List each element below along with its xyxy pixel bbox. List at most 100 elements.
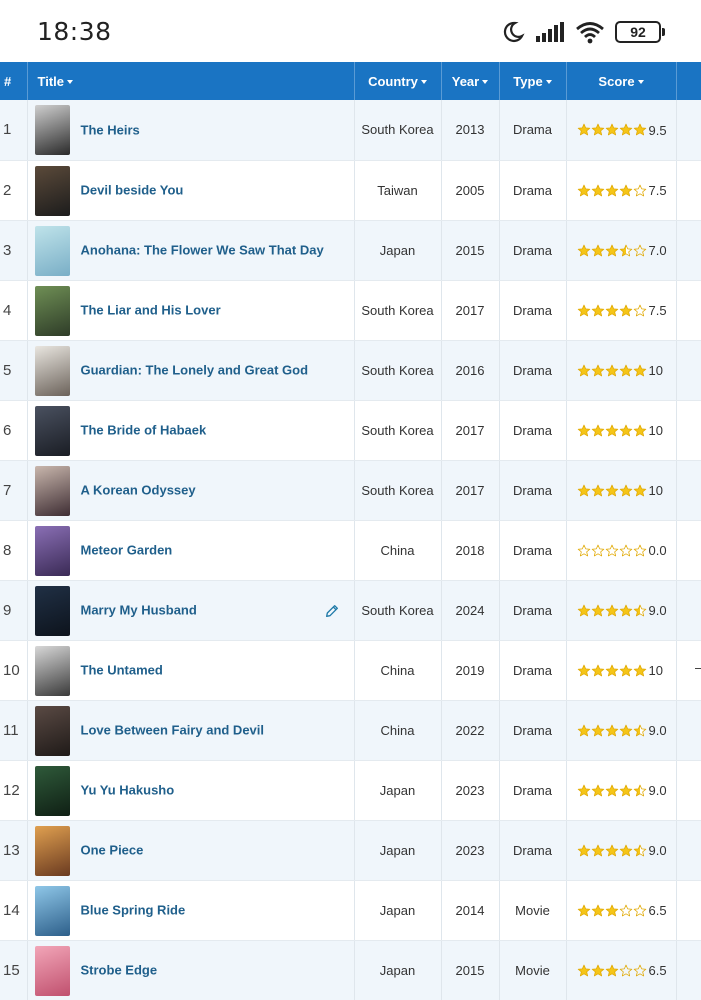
title-link[interactable]: Anohana: The Flower We Saw That Day <box>81 243 324 258</box>
star-full-icon <box>633 664 646 676</box>
star-empty-icon <box>619 964 632 976</box>
row-number: 9 <box>0 580 28 641</box>
poster-thumbnail[interactable] <box>34 165 70 216</box>
score-cell: 9.5 <box>566 100 677 161</box>
poster-thumbnail[interactable] <box>34 885 70 936</box>
title-link[interactable]: Devil beside You <box>81 183 184 198</box>
poster-thumbnail[interactable] <box>34 945 70 996</box>
title-link[interactable]: The Liar and His Lover <box>81 303 221 318</box>
poster-thumbnail[interactable] <box>34 105 70 155</box>
title-link[interactable]: Love Between Fairy and Devil <box>81 723 265 738</box>
star-full-icon <box>619 724 632 736</box>
table-row[interactable]: 5 Guardian: The Lonely and Great God South… <box>0 340 701 401</box>
star-full-icon <box>619 424 632 436</box>
column-type[interactable]: Type <box>499 62 567 100</box>
poster-thumbnail[interactable] <box>34 585 70 636</box>
star-full-icon <box>577 724 590 736</box>
title-link[interactable]: Guardian: The Lonely and Great God <box>81 363 309 378</box>
star-full-icon <box>591 484 604 496</box>
title-link[interactable]: The Untamed <box>81 663 163 678</box>
column-title[interactable]: Title <box>27 62 355 100</box>
poster-thumbnail[interactable] <box>34 285 70 336</box>
table-row[interactable]: 2 Devil beside You Taiwan 2005 Drama 7.5 <box>0 160 701 221</box>
score-value: 10 <box>648 483 663 499</box>
column-extra <box>676 62 701 100</box>
table-row[interactable]: 7 A Korean Odyssey South Korea 2017 Drama 10 <box>0 460 701 521</box>
type-cell: Drama <box>499 640 567 701</box>
star-full-icon <box>633 424 646 436</box>
star-empty-icon <box>633 304 646 316</box>
title-cell: The Liar and His Lover <box>27 280 355 341</box>
title-cell: Yu Yu Hakusho <box>27 760 355 821</box>
title-link[interactable]: The Heirs <box>81 122 140 137</box>
star-full-icon <box>605 904 618 916</box>
poster-thumbnail[interactable] <box>34 705 70 756</box>
country-cell: Japan <box>354 760 442 821</box>
column-country[interactable]: Country <box>354 62 442 100</box>
score-value: 6.5 <box>648 963 667 979</box>
country-cell: Taiwan <box>354 160 442 221</box>
title-link[interactable]: A Korean Odyssey <box>81 483 196 498</box>
table-row[interactable]: 15 Strobe Edge Japan 2015 Movie 6.5 <box>0 940 701 1000</box>
sort-caret-icon <box>420 80 427 85</box>
star-rating <box>577 484 647 498</box>
poster-thumbnail[interactable] <box>34 525 70 576</box>
poster-thumbnail[interactable] <box>34 345 70 396</box>
title-link[interactable]: Meteor Garden <box>81 543 173 558</box>
poster-thumbnail[interactable] <box>34 225 70 276</box>
poster-thumbnail[interactable] <box>34 765 70 816</box>
table-row[interactable]: 10 The Untamed China 2019 Drama 10 <box>0 640 701 701</box>
title-cell: Guardian: The Lonely and Great God <box>27 340 355 401</box>
title-cell: Meteor Garden <box>27 520 355 581</box>
star-full-icon <box>619 604 632 616</box>
star-full-icon <box>591 364 604 376</box>
row-number: 5 <box>0 340 28 401</box>
table-row[interactable]: 11 Love Between Fairy and Devil China 2022 D… <box>0 700 701 761</box>
column-score[interactable]: Score <box>566 62 677 100</box>
title-link[interactable]: Marry My Husband <box>81 603 197 618</box>
star-full-icon <box>591 123 604 136</box>
score-cell: 7.5 <box>566 160 677 221</box>
battery-indicator: 92 <box>615 21 665 43</box>
star-rating <box>577 123 647 137</box>
poster-thumbnail[interactable] <box>34 825 70 876</box>
star-full-icon <box>591 244 604 256</box>
table-row[interactable]: 4 The Liar and His Lover South Korea 2017 Dr… <box>0 280 701 341</box>
score-cell: 9.0 <box>566 820 677 881</box>
extra-cell <box>676 880 701 941</box>
column-year[interactable]: Year <box>441 62 500 100</box>
type-cell: Drama <box>499 580 567 641</box>
extra-cell <box>676 400 701 461</box>
table-row[interactable]: 12 Yu Yu Hakusho Japan 2023 Drama 9.0 <box>0 760 701 821</box>
star-full-icon <box>591 424 604 436</box>
star-empty-icon <box>633 904 646 916</box>
score-cell: 9.0 <box>566 760 677 821</box>
score-value: 9.5 <box>648 122 667 138</box>
table-row[interactable]: 1 The Heirs South Korea 2013 Drama 9.5 <box>0 100 701 161</box>
table-row[interactable]: 14 Blue Spring Ride Japan 2014 Movie 6.5 <box>0 880 701 941</box>
star-full-icon <box>619 844 632 856</box>
title-link[interactable]: Yu Yu Hakusho <box>81 783 175 798</box>
title-link[interactable]: The Bride of Habaek <box>81 423 207 438</box>
star-rating <box>577 724 647 738</box>
table-row[interactable]: 8 Meteor Garden China 2018 Drama 0.0 <box>0 520 701 581</box>
star-empty-icon <box>605 544 618 556</box>
pencil-edit-icon[interactable] <box>324 603 340 619</box>
year-cell: 2015 <box>441 220 500 281</box>
title-cell: Blue Spring Ride <box>27 880 355 941</box>
title-cell: The Heirs <box>27 100 355 161</box>
year-cell: 2022 <box>441 700 500 761</box>
title-link[interactable]: One Piece <box>81 843 144 858</box>
table-row[interactable]: 13 One Piece Japan 2023 Drama 9.0 <box>0 820 701 881</box>
poster-thumbnail[interactable] <box>34 645 70 696</box>
table-row[interactable]: 6 The Bride of Habaek South Korea 2017 Drama… <box>0 400 701 461</box>
sort-caret-icon <box>637 80 644 85</box>
title-link[interactable]: Strobe Edge <box>81 963 158 978</box>
title-link[interactable]: Blue Spring Ride <box>81 903 186 918</box>
table-row[interactable]: 9 Marry My Husband South Korea 2024 Drama 9.0 <box>0 580 701 641</box>
poster-thumbnail[interactable] <box>34 465 70 516</box>
extra-cell <box>676 640 701 701</box>
table-row[interactable]: 3 Anohana: The Flower We Saw That Day Japa… <box>0 220 701 281</box>
country-cell: China <box>354 520 442 581</box>
poster-thumbnail[interactable] <box>34 405 70 456</box>
